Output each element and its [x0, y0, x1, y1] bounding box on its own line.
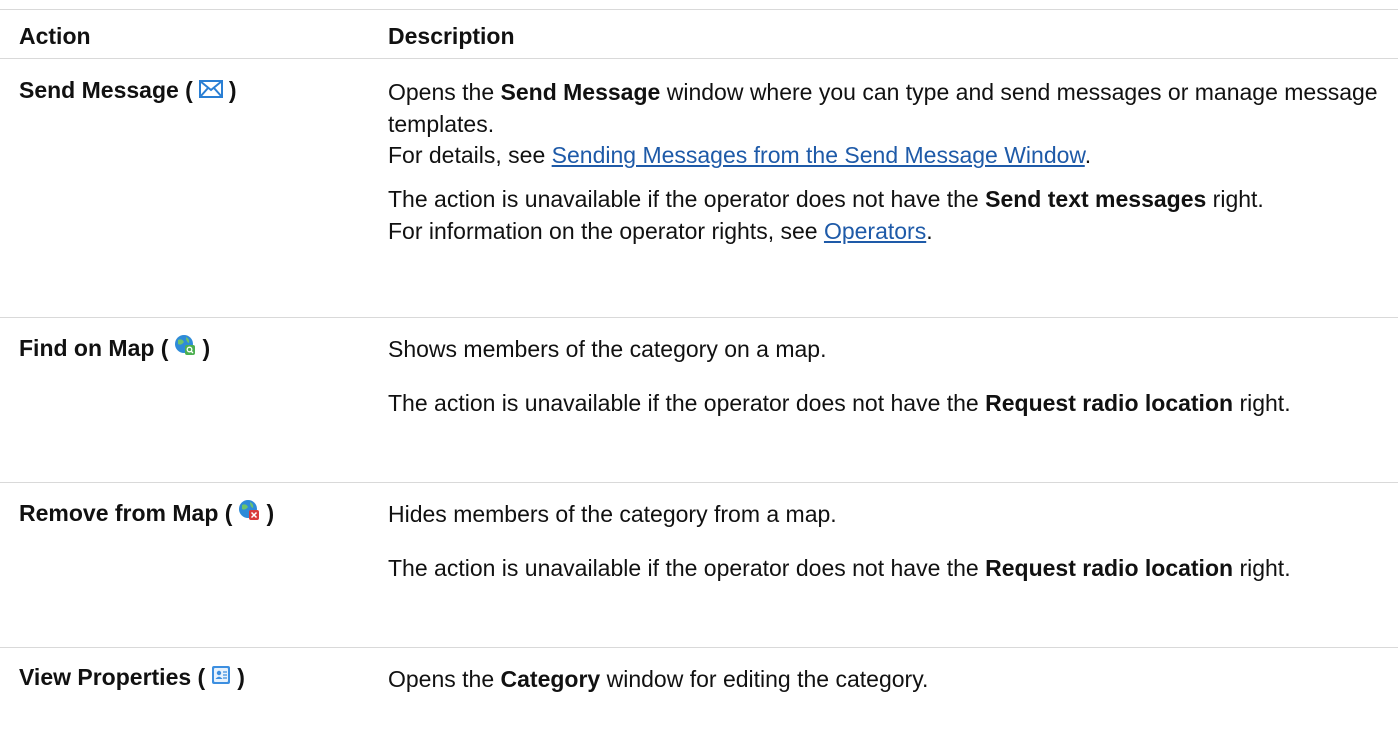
action-label-text: Remove from Map (	[19, 499, 233, 526]
text: The action is unavailable if the operato…	[388, 186, 986, 213]
bold-term: Request radio location	[985, 554, 1234, 581]
description-paragraph: The action is unavailable if the operato…	[388, 553, 1378, 585]
table-header: Action Description	[0, 9, 1398, 58]
action-send-message: Send Message ( )	[19, 77, 237, 104]
action-label-text: View Properties (	[19, 664, 206, 690]
action-label-close: )	[202, 334, 211, 361]
action-label-close: )	[237, 664, 245, 690]
action-label-close: )	[266, 499, 275, 526]
table-row-find-on-map: Find on Map ( ) Shows members of the cat…	[0, 317, 1398, 482]
properties-icon	[211, 664, 231, 691]
description-paragraph: The action is unavailable if the operato…	[388, 184, 1378, 247]
text: The action is unavailable if the operato…	[388, 554, 986, 581]
globe-remove-icon	[238, 499, 260, 527]
text: Opens the	[388, 79, 501, 105]
header-description: Description	[388, 23, 515, 49]
action-label-text: Find on Map (	[19, 334, 169, 361]
action-label-text: Send Message (	[19, 77, 193, 103]
text: window for editing the category.	[600, 666, 929, 692]
bold-term: Send text messages	[985, 186, 1207, 213]
text: right.	[1233, 389, 1291, 416]
text: For details, see	[388, 142, 552, 169]
text: Opens the	[388, 666, 501, 692]
table-row-view-properties: View Properties ( ) Opens the Category w…	[0, 647, 1398, 728]
bold-term: Category	[500, 666, 601, 692]
action-find-on-map: Find on Map ( )	[19, 334, 210, 362]
bold-term: Send Message	[500, 79, 661, 105]
action-label-close: )	[228, 77, 237, 103]
text: The action is unavailable if the operato…	[388, 389, 986, 416]
header-action: Action	[19, 23, 91, 49]
text: right.	[1233, 554, 1291, 581]
text: .	[926, 217, 933, 244]
table-row-send-message: Send Message ( ) Opens the Send Message …	[0, 58, 1398, 317]
description-paragraph: Shows members of the category on a map.	[388, 336, 827, 362]
link-sending-messages[interactable]: Sending Messages from the Send Message W…	[552, 142, 1085, 168]
link-operators[interactable]: Operators	[824, 218, 926, 244]
description-paragraph: Opens the Send Message window where you …	[388, 77, 1378, 172]
envelope-icon	[198, 77, 223, 104]
text: right.	[1206, 186, 1264, 213]
action-view-properties: View Properties ( )	[19, 664, 245, 691]
table-row-remove-from-map: Remove from Map ( ) Hides members of the…	[0, 482, 1398, 647]
description-paragraph: The action is unavailable if the operato…	[388, 388, 1378, 420]
actions-table: Action Description Send Message ( ) Open…	[0, 0, 1398, 728]
action-remove-from-map: Remove from Map ( )	[19, 499, 274, 527]
bold-term: Request radio location	[985, 389, 1234, 416]
text: .	[1084, 142, 1092, 169]
text: For information on the operator rights, …	[388, 217, 824, 244]
globe-find-icon	[174, 334, 196, 362]
description-paragraph: Hides members of the category from a map…	[388, 501, 837, 527]
description-paragraph: Opens the Category window for editing th…	[388, 664, 1378, 696]
